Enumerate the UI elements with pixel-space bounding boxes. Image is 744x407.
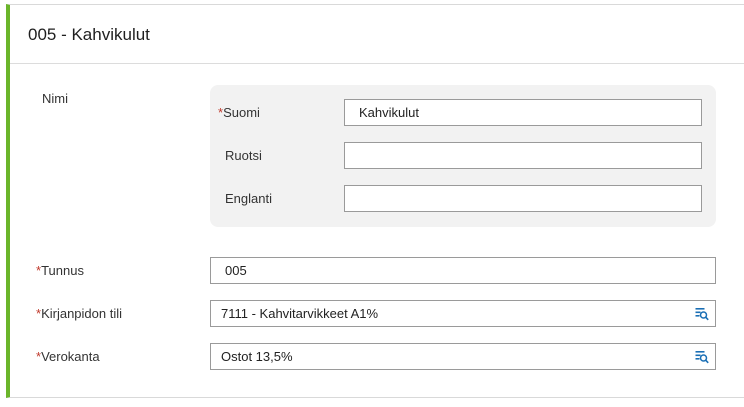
- tunnus-input[interactable]: 005: [210, 257, 716, 284]
- lookup-icon[interactable]: [695, 307, 709, 321]
- verokanta-select[interactable]: Ostot 13,5%: [210, 343, 716, 370]
- verokanta-label-text: Verokanta: [41, 349, 100, 364]
- kirjanpidon-tili-select[interactable]: 7111 - Kahvitarvikkeet A1%: [210, 300, 716, 327]
- verokanta-label: *Verokanta: [36, 349, 100, 364]
- name-englanti-input[interactable]: [344, 185, 702, 212]
- tunnus-label-text: Tunnus: [41, 263, 84, 278]
- lang-label-ruotsi: Ruotsi: [225, 148, 262, 163]
- name-label: Nimi: [42, 91, 68, 106]
- kirjanpidon-tili-label-text: Kirjanpidon tili: [41, 306, 122, 321]
- name-translations-box: *Suomi Kahvikulut Ruotsi Englanti: [210, 85, 716, 227]
- name-ruotsi-input[interactable]: [344, 142, 702, 169]
- lang-label-englanti: Englanti: [225, 191, 272, 206]
- kirjanpidon-tili-label: *Kirjanpidon tili: [36, 306, 122, 321]
- page-title: 005 - Kahvikulut: [28, 25, 150, 44]
- lang-label-text: Suomi: [223, 105, 260, 120]
- lang-label-suomi: *Suomi: [218, 105, 260, 120]
- form-panel: 005 - Kahvikulut Nimi *Suomi Kahvikulut …: [6, 4, 744, 398]
- kirjanpidon-tili-value: 7111 - Kahvitarvikkeet A1%: [221, 306, 379, 321]
- name-suomi-input[interactable]: Kahvikulut: [344, 99, 702, 126]
- verokanta-value: Ostot 13,5%: [221, 349, 293, 364]
- panel-header: 005 - Kahvikulut: [10, 5, 744, 64]
- lookup-icon[interactable]: [695, 350, 709, 364]
- tunnus-label: *Tunnus: [36, 263, 84, 278]
